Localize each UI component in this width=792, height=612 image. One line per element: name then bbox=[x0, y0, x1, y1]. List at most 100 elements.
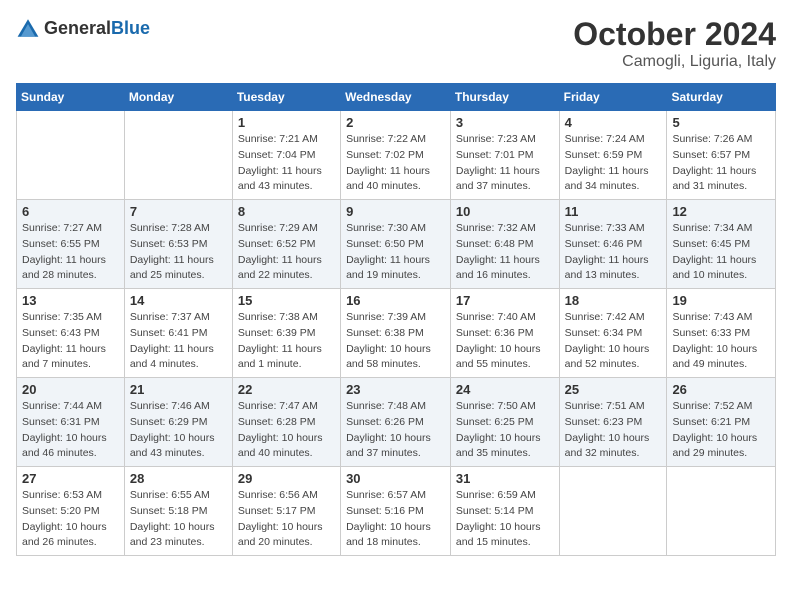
day-info: Sunrise: 7:30 AM Sunset: 6:50 PM Dayligh… bbox=[346, 221, 445, 284]
month-title: October 2024 bbox=[573, 16, 776, 53]
day-info: Sunrise: 7:48 AM Sunset: 6:26 PM Dayligh… bbox=[346, 399, 445, 462]
calendar-week-row: 1 Sunrise: 7:21 AM Sunset: 7:04 PM Daylig… bbox=[17, 111, 776, 200]
calendar-cell: 17 Sunrise: 7:40 AM Sunset: 6:36 PM Dayli… bbox=[450, 289, 559, 378]
day-of-week-header: Thursday bbox=[450, 84, 559, 111]
day-number: 10 bbox=[456, 204, 554, 219]
calendar-cell: 24 Sunrise: 7:50 AM Sunset: 6:25 PM Dayli… bbox=[450, 378, 559, 467]
calendar-cell: 16 Sunrise: 7:39 AM Sunset: 6:38 PM Dayli… bbox=[341, 289, 451, 378]
page-header: GeneralBlue October 2024 Camogli, Liguri… bbox=[16, 16, 776, 71]
day-number: 9 bbox=[346, 204, 445, 219]
calendar-cell bbox=[124, 111, 232, 200]
day-number: 23 bbox=[346, 382, 445, 397]
day-info: Sunrise: 7:34 AM Sunset: 6:45 PM Dayligh… bbox=[672, 221, 770, 284]
day-info: Sunrise: 7:33 AM Sunset: 6:46 PM Dayligh… bbox=[565, 221, 662, 284]
location-title: Camogli, Liguria, Italy bbox=[573, 53, 776, 71]
day-number: 20 bbox=[22, 382, 119, 397]
day-info: Sunrise: 7:42 AM Sunset: 6:34 PM Dayligh… bbox=[565, 310, 662, 373]
calendar-cell: 21 Sunrise: 7:46 AM Sunset: 6:29 PM Dayli… bbox=[124, 378, 232, 467]
day-of-week-header: Monday bbox=[124, 84, 232, 111]
logo-blue: Blue bbox=[111, 18, 150, 38]
day-number: 4 bbox=[565, 115, 662, 130]
logo-icon bbox=[16, 16, 40, 40]
calendar-cell: 8 Sunrise: 7:29 AM Sunset: 6:52 PM Daylig… bbox=[232, 200, 340, 289]
day-info: Sunrise: 6:53 AM Sunset: 5:20 PM Dayligh… bbox=[22, 488, 119, 551]
day-number: 18 bbox=[565, 293, 662, 308]
calendar-cell: 12 Sunrise: 7:34 AM Sunset: 6:45 PM Dayli… bbox=[667, 200, 776, 289]
day-info: Sunrise: 7:27 AM Sunset: 6:55 PM Dayligh… bbox=[22, 221, 119, 284]
calendar-week-row: 20 Sunrise: 7:44 AM Sunset: 6:31 PM Dayli… bbox=[17, 378, 776, 467]
day-info: Sunrise: 7:35 AM Sunset: 6:43 PM Dayligh… bbox=[22, 310, 119, 373]
day-info: Sunrise: 7:26 AM Sunset: 6:57 PM Dayligh… bbox=[672, 132, 770, 195]
day-info: Sunrise: 7:23 AM Sunset: 7:01 PM Dayligh… bbox=[456, 132, 554, 195]
day-info: Sunrise: 7:21 AM Sunset: 7:04 PM Dayligh… bbox=[238, 132, 335, 195]
day-number: 1 bbox=[238, 115, 335, 130]
calendar-cell: 10 Sunrise: 7:32 AM Sunset: 6:48 PM Dayli… bbox=[450, 200, 559, 289]
calendar-cell bbox=[17, 111, 125, 200]
day-of-week-header: Sunday bbox=[17, 84, 125, 111]
day-info: Sunrise: 7:29 AM Sunset: 6:52 PM Dayligh… bbox=[238, 221, 335, 284]
day-number: 22 bbox=[238, 382, 335, 397]
calendar-week-row: 6Sunrise: 7:27 AM Sunset: 6:55 PM Daylig… bbox=[17, 200, 776, 289]
day-number: 31 bbox=[456, 471, 554, 486]
calendar-cell: 30 Sunrise: 6:57 AM Sunset: 5:16 PM Dayli… bbox=[341, 467, 451, 556]
calendar-cell: 19Sunrise: 7:43 AM Sunset: 6:33 PM Dayli… bbox=[667, 289, 776, 378]
day-info: Sunrise: 7:24 AM Sunset: 6:59 PM Dayligh… bbox=[565, 132, 662, 195]
day-info: Sunrise: 6:59 AM Sunset: 5:14 PM Dayligh… bbox=[456, 488, 554, 551]
day-number: 21 bbox=[130, 382, 227, 397]
day-number: 17 bbox=[456, 293, 554, 308]
day-info: Sunrise: 7:32 AM Sunset: 6:48 PM Dayligh… bbox=[456, 221, 554, 284]
day-number: 26 bbox=[672, 382, 770, 397]
day-info: Sunrise: 7:52 AM Sunset: 6:21 PM Dayligh… bbox=[672, 399, 770, 462]
day-number: 8 bbox=[238, 204, 335, 219]
day-number: 16 bbox=[346, 293, 445, 308]
calendar-cell: 9 Sunrise: 7:30 AM Sunset: 6:50 PM Daylig… bbox=[341, 200, 451, 289]
day-number: 11 bbox=[565, 204, 662, 219]
calendar-cell: 5Sunrise: 7:26 AM Sunset: 6:57 PM Daylig… bbox=[667, 111, 776, 200]
calendar-cell: 31 Sunrise: 6:59 AM Sunset: 5:14 PM Dayli… bbox=[450, 467, 559, 556]
calendar-cell: 4 Sunrise: 7:24 AM Sunset: 6:59 PM Daylig… bbox=[559, 111, 667, 200]
calendar-header-row: SundayMondayTuesdayWednesdayThursdayFrid… bbox=[17, 84, 776, 111]
day-info: Sunrise: 7:44 AM Sunset: 6:31 PM Dayligh… bbox=[22, 399, 119, 462]
calendar-cell bbox=[559, 467, 667, 556]
day-number: 13 bbox=[22, 293, 119, 308]
calendar-cell: 22Sunrise: 7:47 AM Sunset: 6:28 PM Dayli… bbox=[232, 378, 340, 467]
day-number: 30 bbox=[346, 471, 445, 486]
day-number: 27 bbox=[22, 471, 119, 486]
calendar-cell: 26 Sunrise: 7:52 AM Sunset: 6:21 PM Dayli… bbox=[667, 378, 776, 467]
day-number: 7 bbox=[130, 204, 227, 219]
calendar-week-row: 13 Sunrise: 7:35 AM Sunset: 6:43 PM Dayli… bbox=[17, 289, 776, 378]
calendar-cell bbox=[667, 467, 776, 556]
calendar-cell: 29Sunrise: 6:56 AM Sunset: 5:17 PM Dayli… bbox=[232, 467, 340, 556]
day-number: 24 bbox=[456, 382, 554, 397]
day-of-week-header: Friday bbox=[559, 84, 667, 111]
day-info: Sunrise: 6:57 AM Sunset: 5:16 PM Dayligh… bbox=[346, 488, 445, 551]
calendar-cell: 11 Sunrise: 7:33 AM Sunset: 6:46 PM Dayli… bbox=[559, 200, 667, 289]
day-number: 15 bbox=[238, 293, 335, 308]
day-info: Sunrise: 7:50 AM Sunset: 6:25 PM Dayligh… bbox=[456, 399, 554, 462]
calendar-table: SundayMondayTuesdayWednesdayThursdayFrid… bbox=[16, 83, 776, 556]
calendar-cell: 18 Sunrise: 7:42 AM Sunset: 6:34 PM Dayli… bbox=[559, 289, 667, 378]
day-number: 25 bbox=[565, 382, 662, 397]
day-number: 19 bbox=[672, 293, 770, 308]
calendar-cell: 15Sunrise: 7:38 AM Sunset: 6:39 PM Dayli… bbox=[232, 289, 340, 378]
logo: GeneralBlue bbox=[16, 16, 150, 40]
calendar-cell: 7Sunrise: 7:28 AM Sunset: 6:53 PM Daylig… bbox=[124, 200, 232, 289]
calendar-cell: 23 Sunrise: 7:48 AM Sunset: 6:26 PM Dayli… bbox=[341, 378, 451, 467]
calendar-cell: 1 Sunrise: 7:21 AM Sunset: 7:04 PM Daylig… bbox=[232, 111, 340, 200]
day-of-week-header: Wednesday bbox=[341, 84, 451, 111]
day-info: Sunrise: 6:55 AM Sunset: 5:18 PM Dayligh… bbox=[130, 488, 227, 551]
day-info: Sunrise: 7:39 AM Sunset: 6:38 PM Dayligh… bbox=[346, 310, 445, 373]
day-number: 3 bbox=[456, 115, 554, 130]
title-block: October 2024 Camogli, Liguria, Italy bbox=[573, 16, 776, 71]
day-info: Sunrise: 7:46 AM Sunset: 6:29 PM Dayligh… bbox=[130, 399, 227, 462]
day-info: Sunrise: 7:51 AM Sunset: 6:23 PM Dayligh… bbox=[565, 399, 662, 462]
day-info: Sunrise: 7:40 AM Sunset: 6:36 PM Dayligh… bbox=[456, 310, 554, 373]
calendar-cell: 27 Sunrise: 6:53 AM Sunset: 5:20 PM Dayli… bbox=[17, 467, 125, 556]
calendar-cell: 14Sunrise: 7:37 AM Sunset: 6:41 PM Dayli… bbox=[124, 289, 232, 378]
calendar-cell: 28Sunrise: 6:55 AM Sunset: 5:18 PM Dayli… bbox=[124, 467, 232, 556]
day-number: 12 bbox=[672, 204, 770, 219]
day-number: 2 bbox=[346, 115, 445, 130]
calendar-cell: 3 Sunrise: 7:23 AM Sunset: 7:01 PM Daylig… bbox=[450, 111, 559, 200]
logo-general: General bbox=[44, 18, 111, 38]
calendar-week-row: 27 Sunrise: 6:53 AM Sunset: 5:20 PM Dayli… bbox=[17, 467, 776, 556]
